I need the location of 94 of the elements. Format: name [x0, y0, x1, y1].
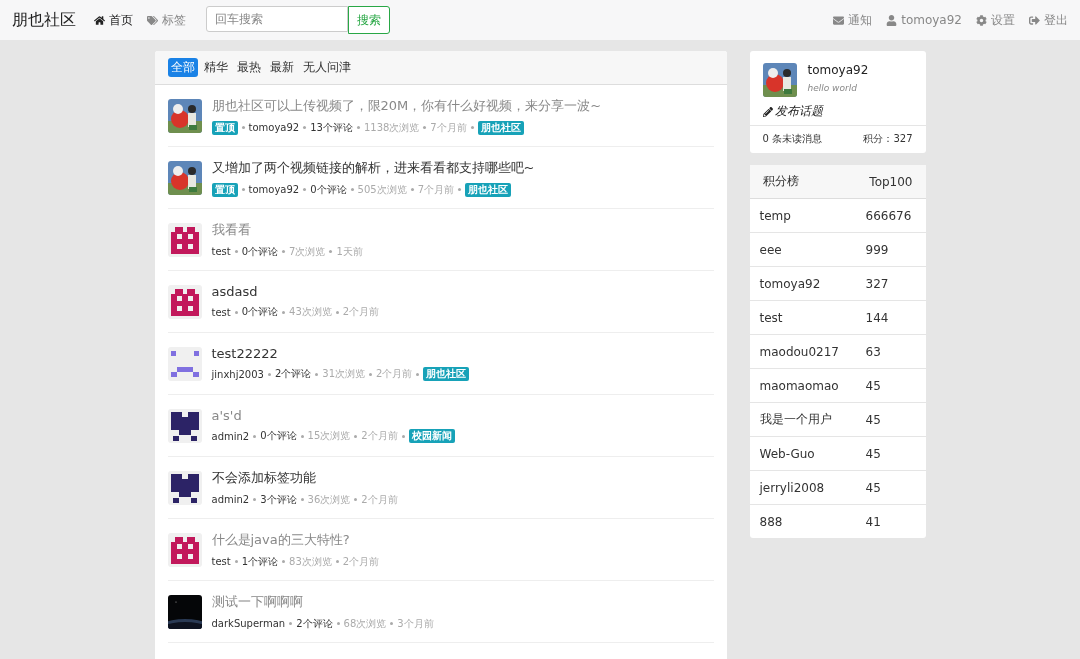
pencil-icon — [762, 106, 773, 117]
view-count: 83次浏览 — [289, 554, 332, 569]
post-time: 7个月前 — [417, 182, 454, 197]
rank-user[interactable]: maomaomao — [759, 378, 866, 393]
author-name[interactable]: tomoya92 — [248, 184, 300, 195]
topic-title[interactable]: 什么是java的三大特性? — [211, 530, 380, 549]
filter-tab[interactable]: 全部 — [167, 58, 198, 77]
view-count: 68次浏览 — [343, 616, 387, 631]
rank-user[interactable]: Web-Guo — [759, 446, 866, 461]
view-count: 36次浏览 — [307, 492, 351, 507]
score-text: 积分：327 — [863, 132, 913, 146]
nav-link[interactable]: 通知 — [833, 11, 873, 29]
comment-count: 0个评论 — [310, 182, 347, 197]
topic-title[interactable]: 朋也社区可以上传视频了，限20M，你有什么好视频，来分享一波~ — [211, 96, 602, 115]
rank-user[interactable]: tomoya92 — [759, 276, 866, 291]
author-name[interactable]: jinxhj2003 — [211, 368, 264, 380]
nav-link[interactable]: 设置 — [976, 11, 1015, 29]
topic-title[interactable]: 测试一下啊啊啊 — [211, 592, 434, 611]
author-name[interactable]: admin2 — [211, 430, 250, 442]
site-logo[interactable]: 朋也社区 — [12, 9, 76, 31]
nav-link[interactable]: 首页 — [94, 11, 133, 29]
rank-user[interactable]: 888 — [759, 514, 866, 529]
comment-count: 3个评论 — [260, 492, 297, 507]
post-time: 1天前 — [336, 244, 363, 259]
topic-title[interactable]: a's'd — [211, 408, 455, 423]
rank-score: 327 — [865, 276, 890, 291]
publish-link[interactable]: 发布话题 — [749, 97, 926, 125]
filter-tab[interactable]: 无人问津 — [299, 58, 354, 77]
topic-title[interactable]: 我看看 — [211, 220, 363, 239]
topic-title[interactable]: test22222 — [211, 346, 470, 361]
rank-score: 45 — [865, 480, 882, 495]
comment-count: 1个评论 — [241, 554, 279, 569]
home-icon — [94, 14, 105, 26]
top100-link[interactable]: Top100 — [869, 174, 913, 189]
author-name[interactable]: test — [211, 556, 231, 567]
view-count: 7次浏览 — [289, 244, 326, 259]
author-name[interactable]: darkSuperman — [211, 618, 286, 629]
unread-messages[interactable]: 0 条未读消息 — [762, 132, 823, 146]
identicon-avatar — [167, 346, 202, 381]
rank-score: 666676 — [865, 208, 913, 223]
post-time: 2个月前 — [361, 429, 398, 443]
rank-user[interactable]: 我是一个用户 — [759, 411, 866, 428]
view-count: 31次浏览 — [322, 367, 365, 381]
rank-user[interactable]: jerryli2008 — [759, 480, 866, 495]
comment-count: 0个评论 — [260, 429, 297, 443]
username[interactable]: tomoya92 — [807, 63, 869, 77]
logout-icon — [1029, 14, 1040, 26]
search-field[interactable]: 回车搜索 — [206, 6, 348, 32]
view-count: 505次浏览 — [357, 182, 407, 197]
comment-count: 2个评论 — [274, 367, 312, 381]
rank-score: 45 — [865, 378, 882, 393]
pinned-tag: 置顶 — [211, 120, 238, 135]
comment-count: 0个评论 — [241, 244, 279, 259]
rank-user[interactable]: test — [759, 310, 866, 325]
post-time: 2个月前 — [342, 305, 380, 319]
view-count: 43次浏览 — [289, 305, 332, 319]
comment-count: 0个评论 — [241, 305, 279, 319]
author-name[interactable]: admin2 — [211, 494, 250, 505]
comment-count: 2个评论 — [296, 616, 333, 631]
topic-title[interactable]: 不会添加标签功能 — [211, 468, 398, 487]
author-name[interactable]: test — [211, 246, 231, 257]
post-time: 2个月前 — [376, 367, 413, 381]
rank-score: 45 — [865, 412, 882, 427]
signature: hello world — [807, 83, 858, 93]
rank-score: 144 — [865, 310, 890, 325]
rank-score: 999 — [865, 242, 890, 257]
comment-count: 13个评论 — [310, 120, 353, 135]
tags-icon — [147, 14, 158, 26]
rank-score: 45 — [865, 446, 882, 461]
envelope-icon — [833, 14, 845, 26]
post-time: 7个月前 — [430, 120, 467, 135]
settings-icon — [976, 14, 987, 26]
rank-user[interactable]: eee — [759, 242, 866, 257]
ranking-title: 积分榜 — [762, 173, 799, 190]
post-time: 2个月前 — [361, 492, 398, 507]
filter-tab[interactable]: 精华 — [200, 58, 231, 77]
nav-link[interactable]: 登出 — [1029, 11, 1068, 29]
filter-tab[interactable]: 最新 — [266, 58, 297, 77]
author-name[interactable]: test — [211, 306, 231, 318]
topic-title[interactable]: 又增加了两个视频链接的解析，进来看看都支持哪些吧~ — [211, 158, 535, 177]
view-count: 15次浏览 — [307, 429, 351, 443]
post-time: 2个月前 — [342, 554, 380, 569]
rank-score: 41 — [865, 514, 882, 529]
pinned-tag: 置顶 — [211, 182, 238, 197]
filter-tab[interactable]: 最热 — [233, 58, 264, 77]
topic-title[interactable]: asdasd — [211, 284, 380, 299]
post-time: 3个月前 — [397, 616, 434, 631]
rank-score: 63 — [865, 344, 882, 359]
user-icon — [886, 14, 898, 26]
nav-link[interactable]: 标签 — [147, 11, 186, 29]
author-name[interactable]: tomoya92 — [248, 122, 300, 133]
rank-user[interactable]: temp — [759, 208, 866, 223]
rank-user[interactable]: maodou0217 — [759, 344, 866, 359]
view-count: 1138次浏览 — [363, 120, 420, 135]
